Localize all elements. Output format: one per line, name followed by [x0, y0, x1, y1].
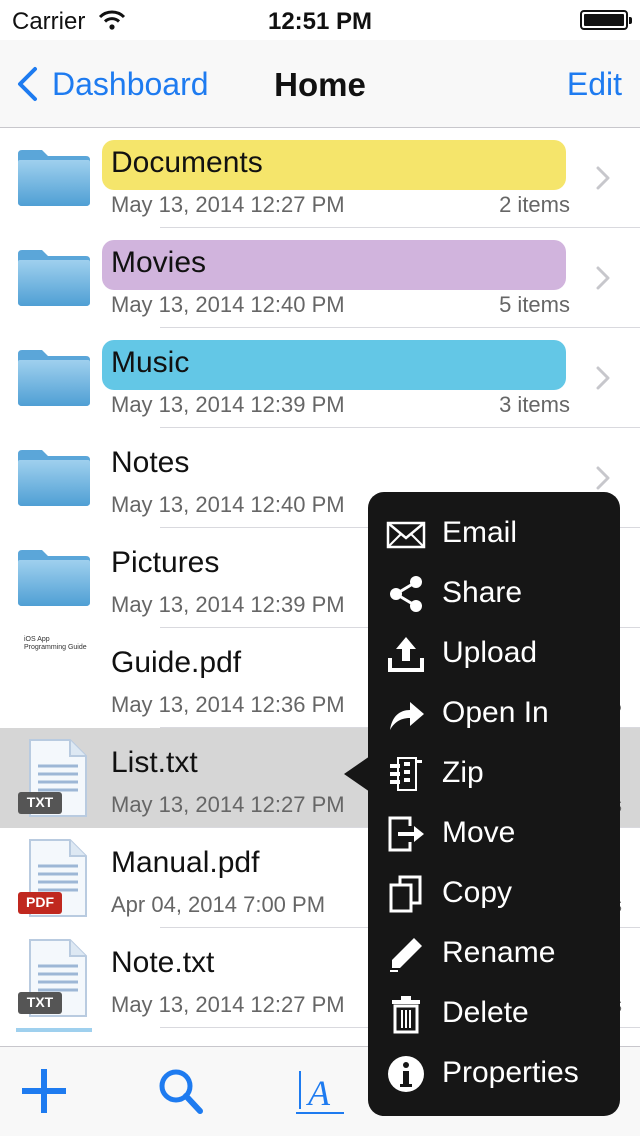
navigation-bar: Dashboard Home Edit — [0, 40, 640, 128]
file-name: Guide.pdf — [111, 646, 242, 679]
pdf-preview-title: iOS App Programming Guide — [24, 636, 87, 651]
clock: 12:51 PM — [267, 8, 373, 35]
menu-item-label: Open In — [442, 696, 549, 729]
menu-item-email[interactable]: Email — [368, 504, 620, 564]
move-icon — [388, 816, 424, 852]
zip-icon — [390, 757, 422, 791]
menu-item-properties[interactable]: Properties — [368, 1044, 620, 1104]
menu-item-label: Properties — [442, 1056, 579, 1089]
edit-button[interactable]: Edit — [567, 66, 622, 103]
menu-item-label: Email — [442, 516, 518, 549]
pdf-preview-thumbnail: iOS App Programming Guide — [16, 636, 92, 698]
menu-item-label: Zip — [442, 756, 484, 789]
menu-item-label: Delete — [442, 996, 529, 1029]
file-name: Notes — [111, 446, 190, 479]
folder-icon — [16, 146, 92, 208]
trash-icon — [392, 996, 420, 1034]
file-type-badge: TXT — [26, 794, 54, 810]
menu-item-label: Share — [442, 576, 523, 609]
file-type-badge: TXT — [26, 994, 54, 1010]
modified-date: May 13, 2014 12:27 PM — [111, 192, 345, 217]
open-in-arrow-icon — [390, 702, 424, 730]
menu-item-move[interactable]: Move — [368, 804, 620, 864]
chevron-right-icon — [596, 466, 610, 490]
modified-date: May 13, 2014 12:40 PM — [111, 292, 345, 317]
modified-date: May 13, 2014 12:27 PM — [111, 992, 345, 1017]
folder-icon — [16, 446, 92, 508]
copy-icon — [389, 875, 422, 913]
back-button-label: Dashboard — [52, 65, 209, 102]
svg-text:A: A — [306, 1073, 331, 1113]
menu-item-rename[interactable]: Rename — [368, 924, 620, 984]
folder-row[interactable]: Documents May 13, 2014 12:27 PM 2 items — [0, 128, 640, 228]
chevron-right-icon — [596, 366, 610, 390]
item-size: 5 items — [499, 292, 570, 317]
file-name: Note.txt — [111, 946, 215, 979]
info-icon — [388, 1056, 424, 1092]
menu-item-open-in[interactable]: Open In — [368, 684, 620, 744]
modified-date: Apr 04, 2014 7:00 PM — [111, 892, 326, 917]
folder-icon — [16, 546, 92, 608]
chevron-left-icon — [18, 67, 37, 101]
chevron-right-icon — [596, 266, 610, 290]
modified-date: May 13, 2014 12:36 PM — [111, 692, 345, 717]
modified-date: May 13, 2014 12:27 PM — [111, 792, 345, 817]
folder-row[interactable]: Music May 13, 2014 12:39 PM 3 items — [0, 328, 640, 428]
pencil-icon — [390, 938, 422, 972]
menu-item-label: Upload — [442, 636, 538, 669]
file-name: Movies — [111, 246, 207, 279]
menu-item-label: Copy — [442, 876, 513, 909]
menu-item-share[interactable]: Share — [368, 564, 620, 624]
folder-row[interactable]: Movies May 13, 2014 12:40 PM 5 items — [0, 228, 640, 328]
pdf-file-icon: PDF — [16, 838, 92, 918]
plus-icon[interactable] — [18, 1065, 70, 1117]
back-button[interactable]: Dashboard — [16, 64, 209, 104]
envelope-icon — [386, 521, 426, 549]
file-name: Manual.pdf — [111, 846, 260, 879]
upload-icon — [388, 637, 424, 672]
action-menu-popover: Email Share Upload Open In Zip Move Copy… — [368, 492, 620, 1116]
menu-item-upload[interactable]: Upload — [368, 624, 620, 684]
text-file-icon: TXT — [16, 938, 92, 1018]
menu-item-zip[interactable]: Zip — [368, 744, 620, 804]
menu-item-label: Rename — [442, 936, 556, 969]
folder-icon — [16, 346, 92, 408]
menu-item-copy[interactable]: Copy — [368, 864, 620, 924]
menu-item-delete[interactable]: Delete — [368, 984, 620, 1044]
item-size: 3 items — [499, 392, 570, 417]
file-type-badge: PDF — [26, 894, 54, 910]
file-thumbnail — [16, 1028, 92, 1032]
item-size: 2 items — [499, 192, 570, 217]
popover-arrow — [344, 756, 370, 792]
chevron-right-icon — [596, 166, 610, 190]
menu-item-label: Move — [442, 816, 516, 849]
modified-date: May 13, 2014 12:39 PM — [111, 392, 345, 417]
status-bar: Carrier 12:51 PM — [0, 0, 640, 40]
modified-date: May 13, 2014 12:40 PM — [111, 492, 345, 517]
search-icon[interactable] — [154, 1065, 206, 1117]
folder-icon — [16, 246, 92, 308]
file-name: Documents — [111, 146, 263, 179]
file-name: Pictures — [111, 546, 220, 579]
modified-date: May 13, 2014 12:39 PM — [111, 592, 345, 617]
text-format-icon[interactable]: A — [294, 1065, 346, 1117]
file-name: List.txt — [111, 746, 198, 779]
battery-icon — [580, 10, 632, 30]
file-name: Music — [111, 346, 190, 379]
share-icon — [390, 576, 422, 612]
text-file-icon: TXT — [16, 738, 92, 818]
